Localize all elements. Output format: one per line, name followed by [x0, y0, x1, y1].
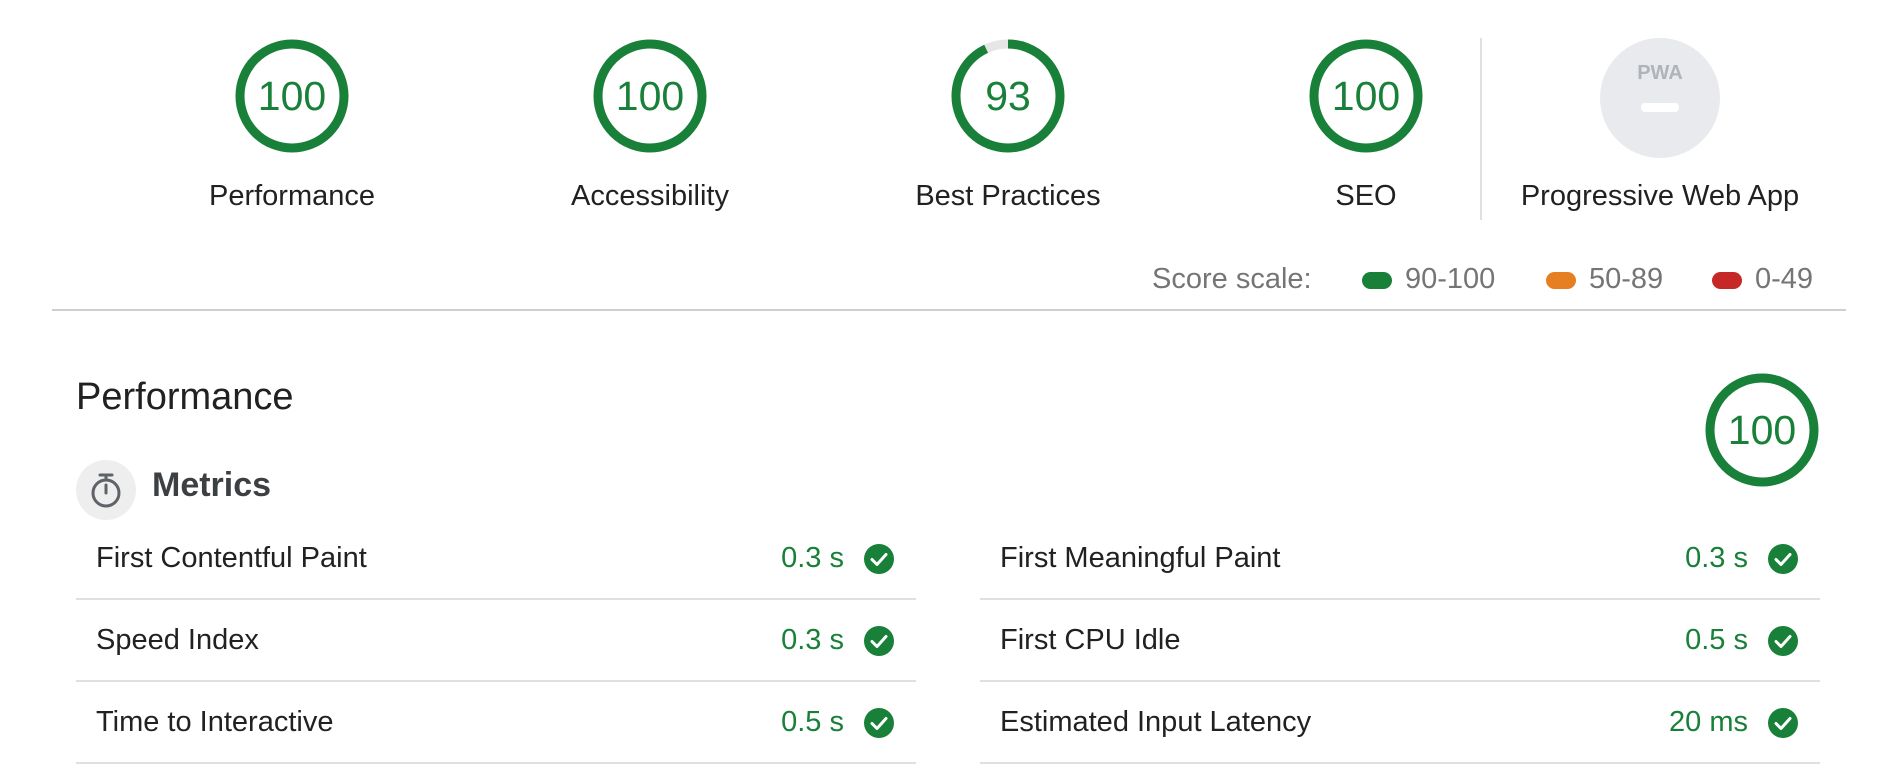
pass-check-icon [1768, 708, 1798, 738]
pwa-badge[interactable]: PWA [1600, 38, 1720, 158]
stopwatch-icon [91, 473, 121, 508]
metrics-heading: Metrics [152, 466, 272, 504]
pwa-label: Progressive Web App [1520, 180, 1800, 212]
row-divider [980, 762, 1820, 764]
metric-label: First CPU Idle [1000, 624, 1181, 656]
gauge-seo[interactable]: 100 SEO [1246, 38, 1486, 228]
scale-fail-range: 0-49 [1755, 263, 1814, 295]
metric-label: Estimated Input Latency [1000, 706, 1312, 738]
metric-label: Speed Index [96, 624, 259, 656]
scale-average-range: 50-89 [1589, 263, 1664, 295]
scale-average-swatch [1546, 272, 1576, 289]
gauge-score: 100 [615, 73, 685, 119]
metric-row: Estimated Input Latency 20 ms [980, 682, 1820, 764]
pass-check-icon [864, 626, 894, 656]
row-divider [76, 762, 916, 764]
metric-value: 0.5 s [1685, 624, 1748, 656]
metric-label: First Contentful Paint [96, 542, 367, 574]
gauge-divider [1480, 38, 1482, 220]
metric-value: 20 ms [1669, 706, 1748, 738]
gauge-score: 100 [1727, 407, 1797, 453]
metric-row: Speed Index 0.3 s [76, 600, 916, 682]
metric-row: Time to Interactive 0.5 s [76, 682, 916, 764]
score-scale-label: Score scale: [1152, 263, 1312, 295]
gauge-best-practices[interactable]: 93 Best Practices [888, 38, 1128, 228]
gauge-score: 93 [985, 73, 1031, 119]
section-gauge-performance[interactable]: 100 [1642, 372, 1882, 488]
gauge-label: Performance [208, 180, 375, 212]
pwa-badge-text: PWA [1637, 62, 1683, 84]
metric-value: 0.3 s [1685, 542, 1748, 574]
scale-pass-swatch [1362, 272, 1392, 289]
scale-fail-swatch [1712, 272, 1742, 289]
metric-row: First Meaningful Paint 0.3 s [980, 518, 1820, 600]
gauge-score: 100 [257, 73, 327, 119]
section-title: Performance [76, 376, 294, 418]
scale-pass-range: 90-100 [1405, 263, 1496, 295]
metric-value: 0.3 s [781, 542, 844, 574]
metric-value: 0.5 s [781, 706, 844, 738]
pass-check-icon [1768, 544, 1798, 574]
metric-label: Time to Interactive [96, 706, 334, 738]
pass-check-icon [1768, 626, 1798, 656]
gauge-accessibility[interactable]: 100 Accessibility [530, 38, 770, 228]
section-divider [52, 309, 1846, 311]
gauge-score: 100 [1331, 73, 1401, 119]
gauge-label: SEO [1335, 180, 1397, 212]
metric-row: First CPU Idle 0.5 s [980, 600, 1820, 682]
metrics-icon-badge [76, 460, 136, 520]
metric-row: First Contentful Paint 0.3 s [76, 518, 916, 600]
pwa-icon: PWA [1637, 62, 1683, 112]
gauge-performance[interactable]: 100 Performance [172, 38, 412, 228]
gauge-label: Best Practices [915, 180, 1101, 212]
metric-value: 0.3 s [781, 624, 844, 656]
pass-check-icon [864, 708, 894, 738]
metric-label: First Meaningful Paint [1000, 542, 1281, 574]
gauge-label: Accessibility [571, 180, 729, 212]
pass-check-icon [864, 544, 894, 574]
